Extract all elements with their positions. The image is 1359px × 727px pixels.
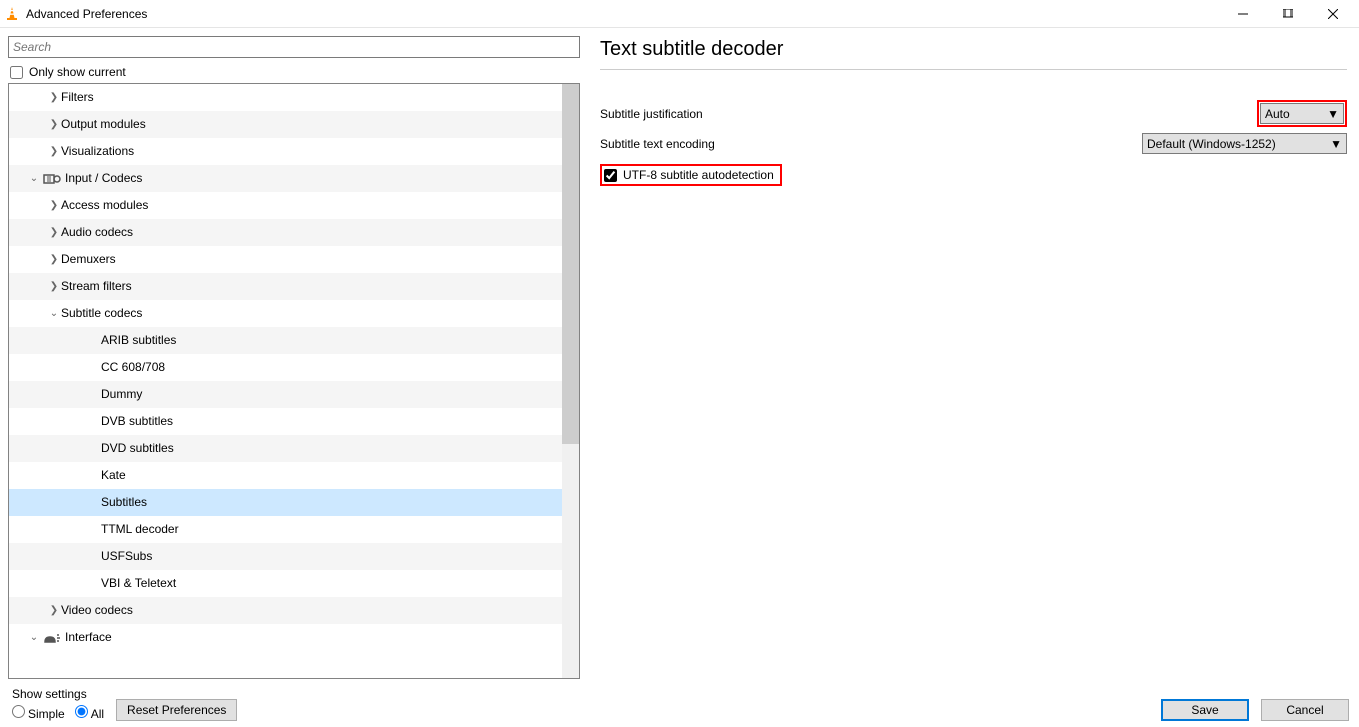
tree-item[interactable]: ❯Access modules	[9, 192, 562, 219]
utf8-highlight: UTF-8 subtitle autodetection	[600, 164, 782, 186]
sidebar: Only show current ❯Filters❯Output module…	[0, 28, 588, 679]
expand-arrow-icon[interactable]: ⌄	[47, 300, 61, 327]
justification-value: Auto	[1265, 107, 1290, 121]
chevron-down-icon: ▼	[1327, 107, 1339, 121]
tree-item[interactable]: ❯Stream filters	[9, 273, 562, 300]
radio-simple[interactable]: Simple	[12, 705, 65, 721]
only-show-current-label: Only show current	[29, 65, 126, 79]
tree-item[interactable]: DVB subtitles	[9, 408, 562, 435]
encoding-value: Default (Windows-1252)	[1147, 137, 1276, 151]
tree-item-label: Audio codecs	[61, 219, 133, 246]
tree-item-label: Filters	[61, 84, 94, 111]
close-button[interactable]	[1310, 0, 1355, 28]
tree-item[interactable]: ⌄ Input / Codecs	[9, 165, 562, 192]
tree-item-label: Input / Codecs	[65, 165, 142, 192]
tree-item[interactable]: ⌄Subtitle codecs	[9, 300, 562, 327]
tree-item-label: Access modules	[61, 192, 148, 219]
expand-arrow-icon[interactable]: ❯	[47, 84, 61, 111]
tree-item[interactable]: Dummy	[9, 381, 562, 408]
tree-item-label: Visualizations	[61, 138, 134, 165]
tree-item[interactable]: ❯Filters	[9, 84, 562, 111]
tree-scrollbar[interactable]	[562, 84, 579, 678]
tree-item[interactable]: ARIB subtitles	[9, 327, 562, 354]
tree-item[interactable]: ❯Demuxers	[9, 246, 562, 273]
tree-item-label: Demuxers	[61, 246, 116, 273]
expand-arrow-icon[interactable]: ❯	[47, 138, 61, 165]
save-button[interactable]: Save	[1161, 699, 1249, 721]
justification-label: Subtitle justification	[600, 107, 1257, 121]
tree-item-label: USFSubs	[101, 543, 152, 570]
cancel-button[interactable]: Cancel	[1261, 699, 1349, 721]
tree-item-label: Output modules	[61, 111, 146, 138]
justification-highlight: Auto ▼	[1257, 100, 1347, 127]
tree-item-label: Video codecs	[61, 597, 133, 624]
tree-item[interactable]: TTML decoder	[9, 516, 562, 543]
reset-preferences-button[interactable]: Reset Preferences	[116, 699, 237, 721]
show-settings-label: Show settings	[12, 687, 104, 701]
tree-item[interactable]: Kate	[9, 462, 562, 489]
interface-icon	[43, 629, 61, 647]
panel-title: Text subtitle decoder	[600, 34, 1347, 70]
tree-item[interactable]: USFSubs	[9, 543, 562, 570]
expand-arrow-icon[interactable]: ❯	[47, 111, 61, 138]
expand-arrow-icon[interactable]: ⌄	[27, 624, 41, 651]
tree-item[interactable]: ❯Visualizations	[9, 138, 562, 165]
tree-item[interactable]: ❯Video codecs	[9, 597, 562, 624]
search-input[interactable]	[8, 36, 580, 58]
tree-item[interactable]: VBI & Teletext	[9, 570, 562, 597]
justification-dropdown[interactable]: Auto ▼	[1260, 103, 1344, 124]
maximize-button[interactable]	[1265, 0, 1310, 28]
only-show-current-checkbox[interactable]: Only show current	[10, 65, 580, 79]
utf8-checkbox[interactable]: UTF-8 subtitle autodetection	[604, 168, 774, 182]
only-show-current-box[interactable]	[10, 66, 23, 79]
tree-item-label: DVD subtitles	[101, 435, 174, 462]
tree-item-label: Stream filters	[61, 273, 132, 300]
tree-item[interactable]: ❯Audio codecs	[9, 219, 562, 246]
input-icon	[43, 170, 61, 188]
settings-panel: Text subtitle decoder Subtitle justifica…	[588, 28, 1359, 679]
vlc-cone-icon	[4, 6, 20, 22]
tree-item-label: Kate	[101, 462, 126, 489]
expand-arrow-icon[interactable]: ❯	[47, 192, 61, 219]
radio-all[interactable]: All	[75, 705, 104, 721]
tree-item-label: ARIB subtitles	[101, 327, 176, 354]
tree-item-label: Subtitle codecs	[61, 300, 142, 327]
tree-item-label: DVB subtitles	[101, 408, 173, 435]
tree-item-label: VBI & Teletext	[101, 570, 176, 597]
expand-arrow-icon[interactable]: ❯	[47, 273, 61, 300]
tree-item[interactable]: CC 608/708	[9, 354, 562, 381]
footer: Show settings Simple All Reset Preferenc…	[0, 679, 1359, 727]
minimize-button[interactable]	[1220, 0, 1265, 28]
tree-item-label: Interface	[65, 624, 112, 651]
tree-item-label: Subtitles	[101, 489, 147, 516]
chevron-down-icon: ▼	[1330, 137, 1342, 151]
tree-item-label: TTML decoder	[101, 516, 179, 543]
utf8-label: UTF-8 subtitle autodetection	[623, 168, 774, 182]
expand-arrow-icon[interactable]: ❯	[47, 246, 61, 273]
tree-view: ❯Filters❯Output modules❯Visualizations⌄I…	[8, 83, 580, 679]
titlebar: Advanced Preferences	[0, 0, 1359, 28]
expand-arrow-icon[interactable]: ❯	[47, 597, 61, 624]
tree-item[interactable]: DVD subtitles	[9, 435, 562, 462]
tree-item-label: CC 608/708	[101, 354, 165, 381]
tree-scrollbar-thumb[interactable]	[562, 84, 579, 444]
tree-item[interactable]: ⌄ Interface	[9, 624, 562, 651]
encoding-dropdown[interactable]: Default (Windows-1252) ▼	[1142, 133, 1347, 154]
encoding-label: Subtitle text encoding	[600, 137, 1142, 151]
tree-item[interactable]: Subtitles	[9, 489, 562, 516]
tree-item-label: Dummy	[101, 381, 142, 408]
expand-arrow-icon[interactable]: ❯	[47, 219, 61, 246]
window-title: Advanced Preferences	[26, 7, 147, 21]
expand-arrow-icon[interactable]: ⌄	[27, 165, 41, 192]
tree-item[interactable]: ❯Output modules	[9, 111, 562, 138]
utf8-checkbox-box[interactable]	[604, 169, 617, 182]
